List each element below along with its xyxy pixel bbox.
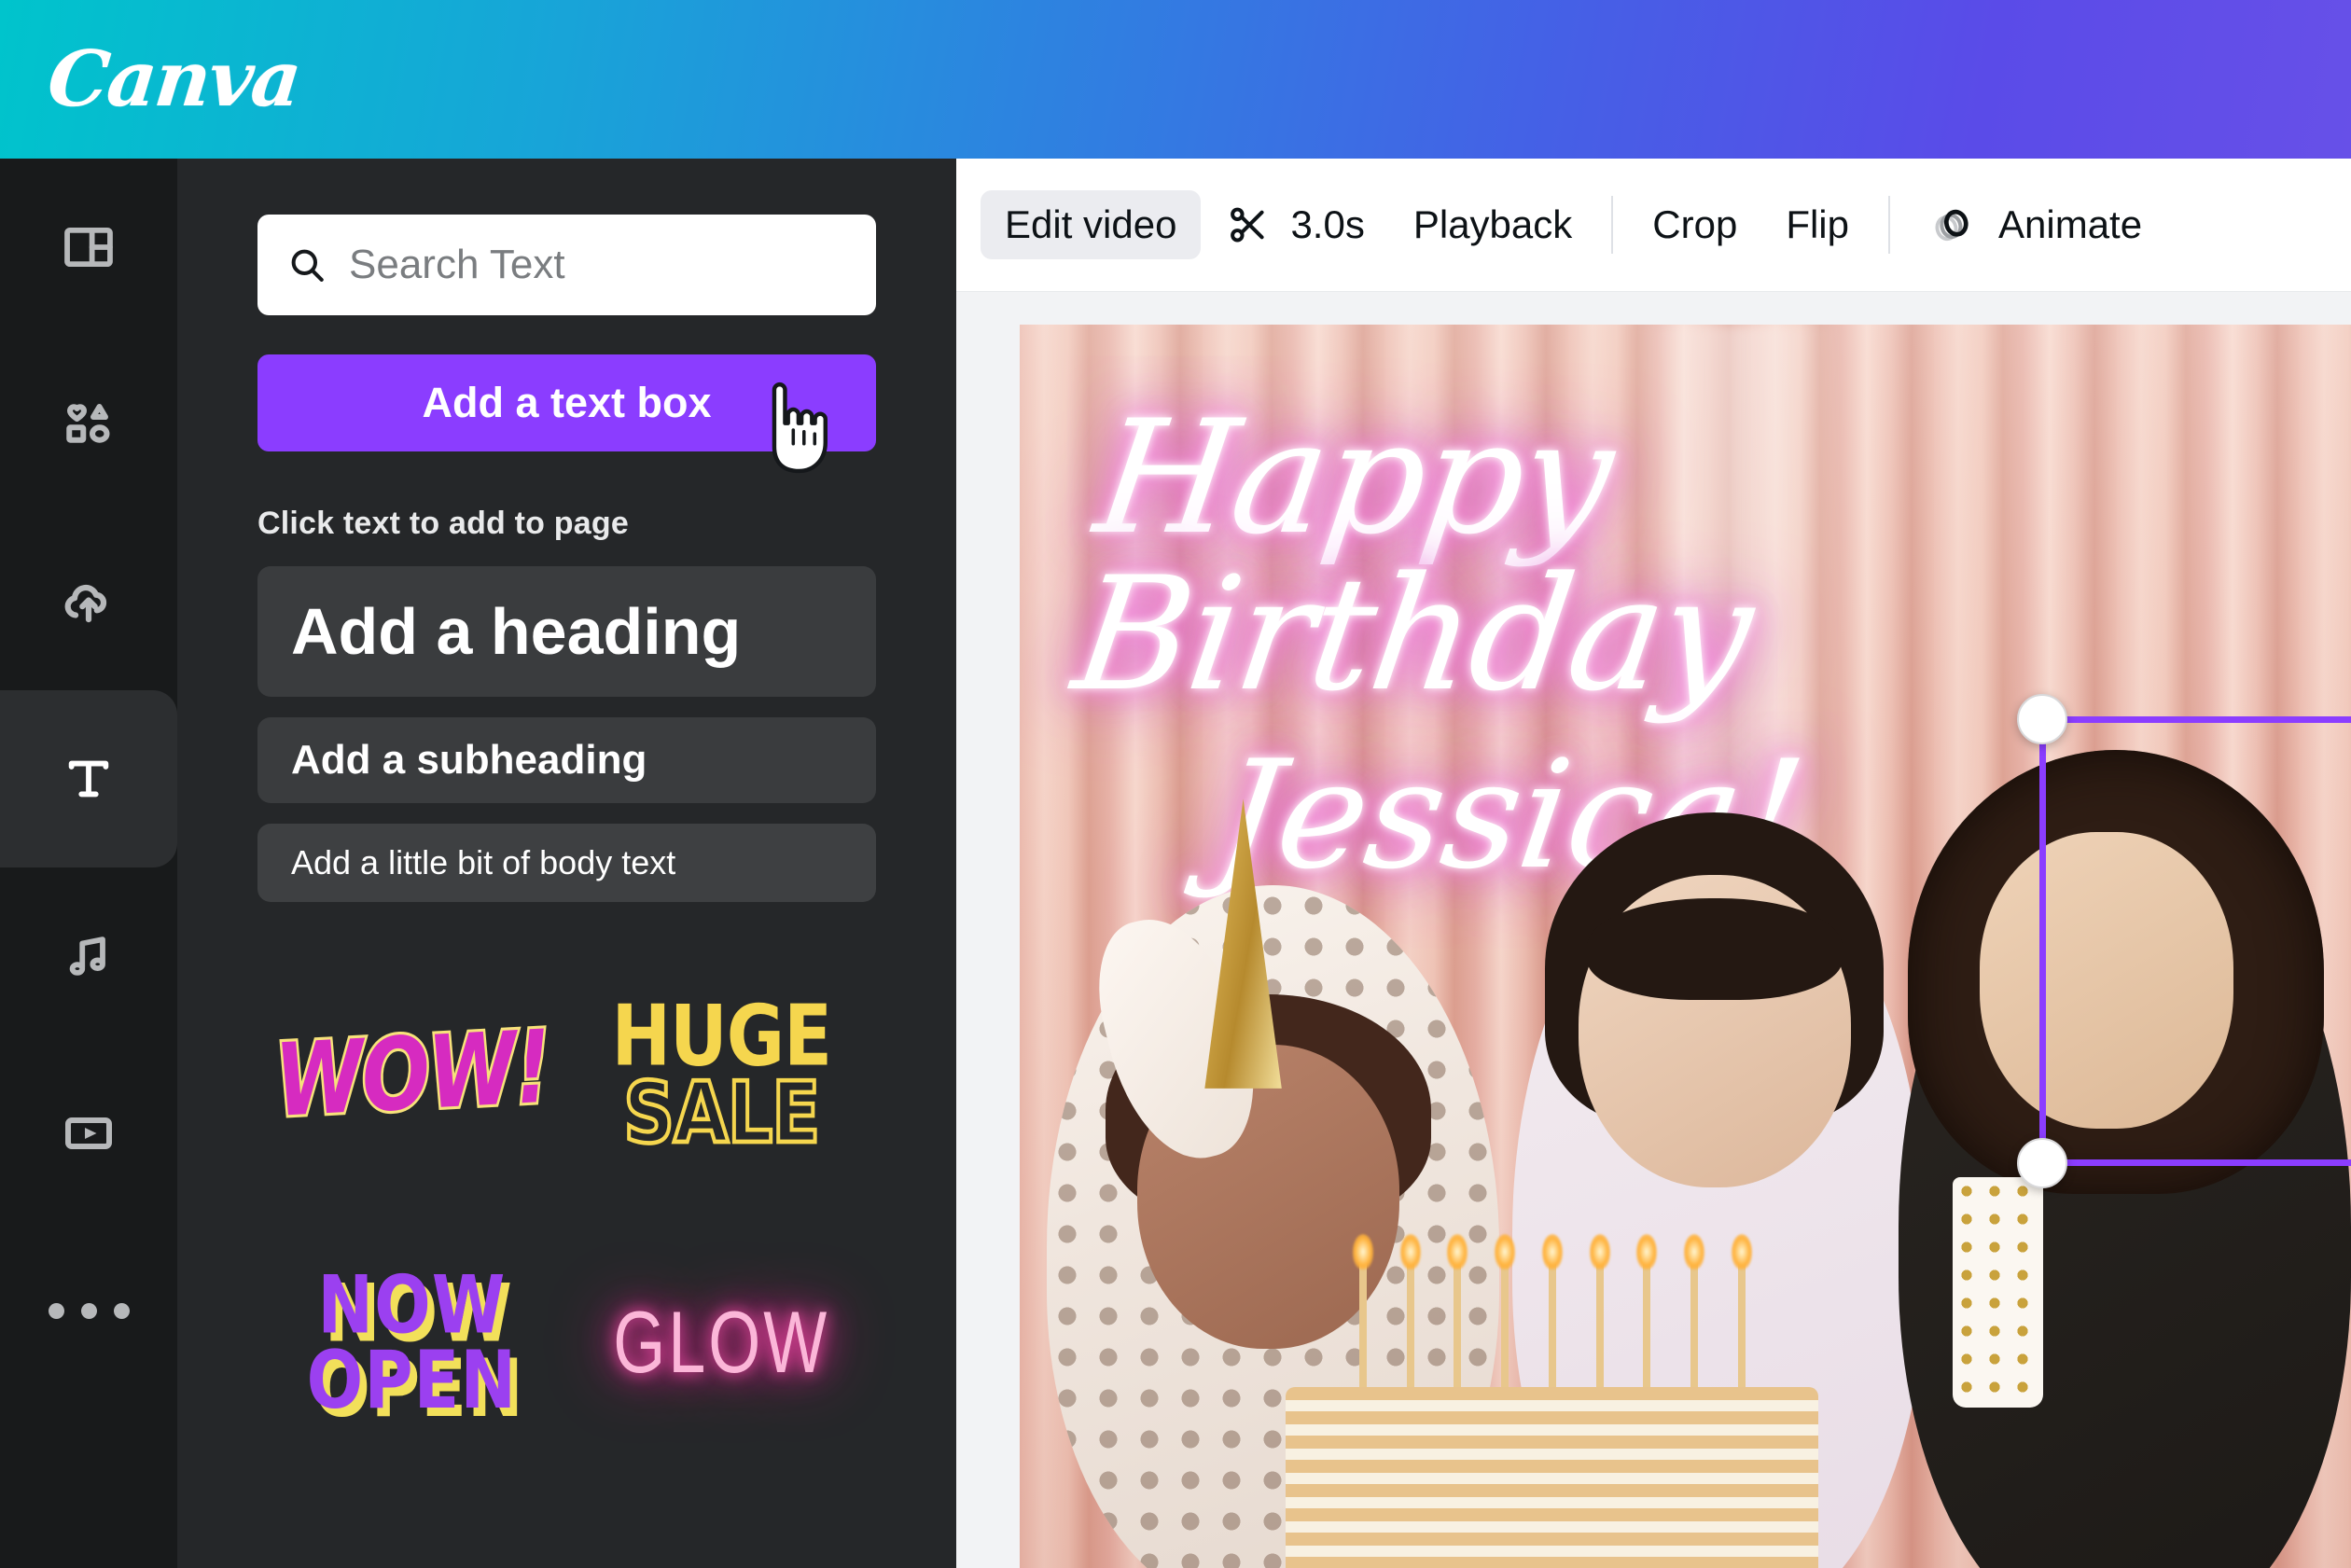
sidebar-item-uploads[interactable] bbox=[0, 513, 177, 690]
text-panel: Add a text box Click text to add to page… bbox=[177, 159, 956, 1568]
font-style-glow[interactable]: GLOW bbox=[567, 1227, 877, 1460]
artboard[interactable]: Happy Birthday Jessica! bbox=[1020, 325, 2351, 1568]
open-line: OPEN bbox=[306, 1333, 518, 1427]
search-text-field[interactable] bbox=[257, 215, 885, 315]
birthday-cake bbox=[1286, 1386, 1819, 1568]
sidebar-item-audio[interactable] bbox=[0, 867, 177, 1045]
search-icon bbox=[291, 249, 324, 282]
font-style-grid: WOW! HUGE SALE NOW OPEN GLOW bbox=[257, 958, 876, 1460]
sale-line: SALE bbox=[621, 1063, 822, 1162]
video-toolbar: Edit video 3.0s Playback Crop Flip Anima… bbox=[956, 159, 2351, 292]
animate-label: Animate bbox=[1998, 202, 2143, 246]
video-play-icon bbox=[65, 1117, 113, 1149]
left-icon-rail bbox=[0, 159, 177, 1568]
person-right bbox=[1898, 750, 2351, 1568]
playback-button[interactable]: Playback bbox=[1389, 190, 1596, 259]
more-dots-icon bbox=[48, 1302, 130, 1319]
photo-subjects: BIRTHDAY bbox=[1020, 750, 2351, 1568]
toolbar-divider-1 bbox=[1611, 196, 1614, 254]
app-header: Canva bbox=[0, 0, 2351, 159]
person-center-bangs bbox=[1586, 898, 1843, 1000]
scissors-icon bbox=[1231, 207, 1265, 243]
toolbar-divider-2 bbox=[1888, 196, 1890, 254]
add-subheading-option[interactable]: Add a subheading bbox=[257, 717, 876, 803]
text-t-icon bbox=[68, 760, 109, 798]
search-input[interactable] bbox=[349, 242, 885, 288]
editor-stage: Edit video 3.0s Playback Crop Flip Anima… bbox=[956, 159, 2351, 1568]
trim-duration-button[interactable]: 3.0s bbox=[1201, 190, 1388, 259]
now-line: NOW bbox=[317, 1257, 507, 1353]
design-canvas[interactable]: Happy Birthday Jessica! bbox=[956, 292, 2351, 1568]
sidebar-item-more[interactable] bbox=[0, 1222, 177, 1399]
animate-button[interactable]: Animate bbox=[1905, 190, 2166, 259]
sidebar-item-elements[interactable] bbox=[0, 336, 177, 513]
upload-cloud-icon bbox=[64, 584, 107, 623]
animate-icon bbox=[1935, 209, 1968, 242]
click-text-label: Click text to add to page bbox=[257, 506, 629, 541]
font-style-wow[interactable]: WOW! bbox=[257, 958, 567, 1191]
canva-logo[interactable]: Canva bbox=[44, 35, 304, 124]
font-style-huge-sale[interactable]: HUGE SALE bbox=[567, 958, 877, 1191]
elements-icon bbox=[66, 404, 110, 443]
add-heading-option[interactable]: Add a heading bbox=[257, 566, 876, 697]
duration-label: 3.0s bbox=[1290, 202, 1365, 246]
add-body-text-option[interactable]: Add a little bit of body text bbox=[257, 824, 876, 902]
polka-dot-cup bbox=[1953, 1177, 2044, 1408]
edit-video-button[interactable]: Edit video bbox=[981, 190, 1202, 259]
add-text-box-button[interactable]: Add a text box bbox=[257, 354, 876, 451]
templates-icon bbox=[64, 227, 113, 268]
sidebar-item-text[interactable] bbox=[0, 690, 177, 867]
flip-button[interactable]: Flip bbox=[1761, 190, 1873, 259]
sidebar-item-videos[interactable] bbox=[0, 1045, 177, 1222]
font-style-now-open[interactable]: NOW OPEN bbox=[257, 1227, 567, 1460]
person-right-face bbox=[1980, 832, 2233, 1129]
birthday-candles bbox=[1339, 1261, 1765, 1387]
canva-editor: Canva Search Text Add a text box Click t… bbox=[0, 0, 2351, 1568]
sidebar-item-templates[interactable] bbox=[0, 159, 177, 336]
music-note-icon bbox=[69, 937, 105, 976]
crop-button[interactable]: Crop bbox=[1628, 190, 1761, 259]
